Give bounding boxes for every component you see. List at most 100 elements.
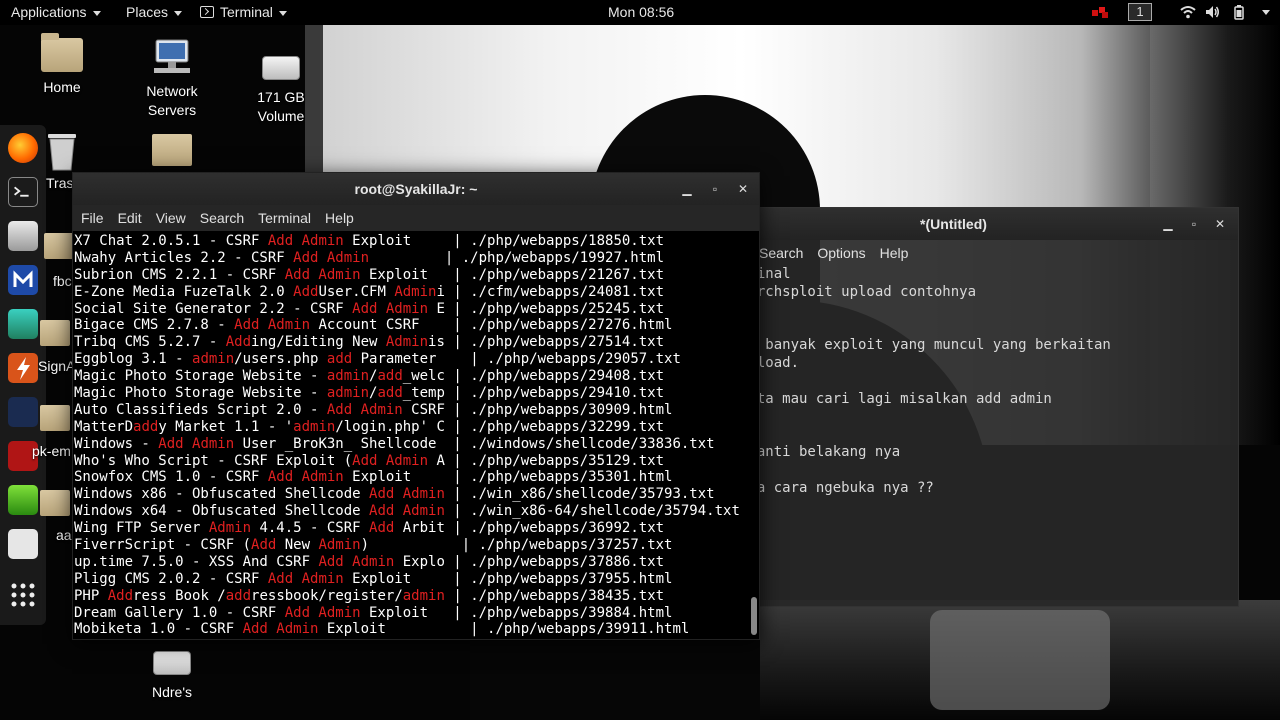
- folder-icon[interactable]: [40, 490, 70, 516]
- terminal-line: Snowfox CMS 1.0 - CSRF Add Admin Exploit…: [74, 469, 749, 486]
- editor-menu-search[interactable]: Search: [759, 245, 803, 261]
- volume-icon[interactable]: [1204, 4, 1220, 20]
- battery-icon[interactable]: [1231, 4, 1247, 20]
- trash-icon[interactable]: [44, 128, 80, 172]
- desktop-label-trash[interactable]: Tras: [46, 175, 73, 191]
- editor-line: nah gimana cara ngebuka nya ??: [681, 479, 934, 496]
- network-activity-icon[interactable]: [1091, 5, 1109, 19]
- terminal-dock-icon[interactable]: [8, 177, 38, 207]
- terminal-text: CSRF | ./php/webapps/30909.html: [402, 401, 673, 418]
- terminal-text: Nwahy Articles 2.2 - CSRF: [74, 249, 294, 266]
- terminal-line: Tribq CMS 5.2.7 - Adding/Editing New Adm…: [74, 334, 749, 351]
- search-match-highlight: admin: [402, 587, 445, 604]
- terminal-text: Exploit | ./php/webapps/39884.html: [360, 604, 673, 621]
- minimize-button[interactable]: ▁: [679, 181, 695, 197]
- firefox-icon[interactable]: [8, 133, 38, 163]
- desktop-icon-network-servers[interactable]: Network Servers: [117, 38, 227, 120]
- terminal-menu-terminal[interactable]: Terminal: [258, 210, 311, 226]
- leafpad-icon[interactable]: [8, 485, 38, 515]
- places-menu[interactable]: Places: [126, 4, 183, 20]
- terminal-text: | ./win_x86/shellcode/35793.txt: [444, 486, 715, 503]
- terminal-line: Magic Photo Storage Website - admin/add_…: [74, 385, 749, 402]
- folder-icon[interactable]: [40, 405, 70, 431]
- chevron-down-icon[interactable]: [1262, 10, 1270, 15]
- editor-menu-help[interactable]: Help: [880, 245, 909, 261]
- maximize-button[interactable]: ▫: [707, 181, 723, 197]
- terminal-line: Pligg CMS 2.0.2 - CSRF Add Admin Exploit…: [74, 571, 749, 588]
- clock[interactable]: Mon 08:56: [608, 4, 674, 20]
- search-match-highlight: add: [377, 385, 403, 402]
- terminal-text: User _BroK3n_ Shellcode | ./windows/shel…: [234, 435, 715, 452]
- desktop-label-signa[interactable]: SignA: [38, 358, 75, 374]
- terminal-text: Exploit | ./php/webapps/21267.txt: [360, 266, 665, 283]
- show-apps-icon[interactable]: [8, 580, 38, 610]
- search-match-highlight: Add Admin: [242, 621, 319, 638]
- search-match-highlight: Add Admin: [318, 553, 395, 570]
- desktop-icon-volume[interactable]: 171 GB Volume: [226, 50, 336, 126]
- editor-line: tinggal ganti belakang nya: [681, 443, 901, 460]
- desktop-icon-ndres[interactable]: Ndre's: [117, 645, 227, 702]
- terminal-menu-file[interactable]: File: [81, 210, 104, 226]
- terminal-text: Auto Classifieds Script 2.0 -: [74, 401, 327, 418]
- terminal-titlebar[interactable]: root@SyakillaJr: ~ ▁ ▫ ✕: [73, 173, 759, 205]
- folder-icon[interactable]: [40, 320, 70, 346]
- close-button[interactable]: ✕: [735, 181, 751, 197]
- terminal-scrollbar[interactable]: [751, 597, 757, 635]
- applications-menu[interactable]: Applications: [11, 4, 101, 20]
- folder-icon[interactable]: [44, 233, 74, 259]
- terminal-menu-edit[interactable]: Edit: [118, 210, 142, 226]
- terminal-text: | ./win_x86-64/shellcode/35794.txt: [444, 503, 740, 520]
- home-folder-icon: [41, 33, 83, 72]
- workspace-indicator[interactable]: 1: [1128, 3, 1152, 21]
- wallpaper-floor-object: [930, 610, 1110, 710]
- burpsuite-icon[interactable]: [8, 353, 38, 383]
- wifi-icon[interactable]: [1180, 4, 1196, 20]
- terminal-title: root@SyakillaJr: ~: [354, 181, 478, 197]
- terminal-window[interactable]: root@SyakillaJr: ~ ▁ ▫ ✕ File Edit View …: [72, 172, 760, 640]
- folder-icon[interactable]: [152, 134, 192, 166]
- terminal-text: 4.4.5 - CSRF: [251, 520, 370, 537]
- network-servers-icon: [154, 39, 190, 73]
- desktop-icon-home[interactable]: Home: [7, 33, 117, 97]
- terminal-text: Wing FTP Server: [74, 520, 209, 537]
- search-match-highlight: Admin: [385, 334, 429, 351]
- terminal-menu-view[interactable]: View: [156, 210, 186, 226]
- terminal-menu-search[interactable]: Search: [200, 210, 244, 226]
- search-match-highlight: Add: [369, 520, 395, 537]
- desktop-label-pk-em[interactable]: pk-em: [32, 443, 71, 459]
- search-match-highlight: add: [326, 351, 353, 368]
- minimize-button[interactable]: ▁: [1160, 216, 1176, 232]
- metasploit-icon[interactable]: [8, 265, 38, 295]
- terminal-menu-help[interactable]: Help: [325, 210, 354, 226]
- cutycapt-icon[interactable]: [8, 529, 38, 559]
- search-match-highlight: admin: [192, 351, 235, 368]
- terminal-text: Tribq CMS 5.2.7 -: [74, 334, 226, 351]
- terminal-text: Pligg CMS 2.0.2 - CSRF: [74, 570, 268, 587]
- terminal-text: Social Site Generator 2.2 - CSRF: [74, 300, 353, 317]
- editor-line: maka akan banyak exploit yang muncul yan…: [681, 337, 1111, 354]
- terminal-text: Windows -: [74, 435, 159, 452]
- terminal-output[interactable]: X7 Chat 2.0.5.1 - CSRF Add Admin Exploit…: [73, 233, 749, 639]
- desktop-icon-label: Ndre's: [151, 684, 193, 700]
- dock: [0, 125, 46, 625]
- editor-text-area[interactable]: buka terminalketik searchsploit upload c…: [681, 266, 1231, 533]
- files-icon[interactable]: [8, 221, 38, 251]
- terminal-app-label: Terminal: [220, 4, 273, 20]
- terminal-text: ressbook/register/: [251, 587, 403, 604]
- desktop-icon-label: Home: [43, 79, 81, 95]
- maximize-button[interactable]: ▫: [1186, 216, 1202, 232]
- desktop-label-aa[interactable]: aa: [56, 527, 72, 543]
- terminal-app-menu[interactable]: Terminal: [200, 4, 287, 20]
- close-button[interactable]: ✕: [1212, 216, 1228, 232]
- editor-menu-options[interactable]: Options: [817, 245, 865, 261]
- search-match-highlight: admin: [326, 368, 370, 385]
- terminal-text: i | ./cfm/webapps/24081.txt: [436, 283, 665, 300]
- maltego-icon[interactable]: [8, 397, 38, 427]
- terminal-line: E-Zone Media FuzeTalk 2.0 AddUser.CFM Ad…: [74, 284, 749, 301]
- desktop-label-fbc[interactable]: fbc: [53, 273, 72, 289]
- terminal-line: Subrion CMS 2.2.1 - CSRF Add Admin Explo…: [74, 267, 749, 284]
- armitage-icon[interactable]: [8, 309, 38, 339]
- terminal-text: Exploit | ./php/webapps/35301.html: [343, 469, 673, 486]
